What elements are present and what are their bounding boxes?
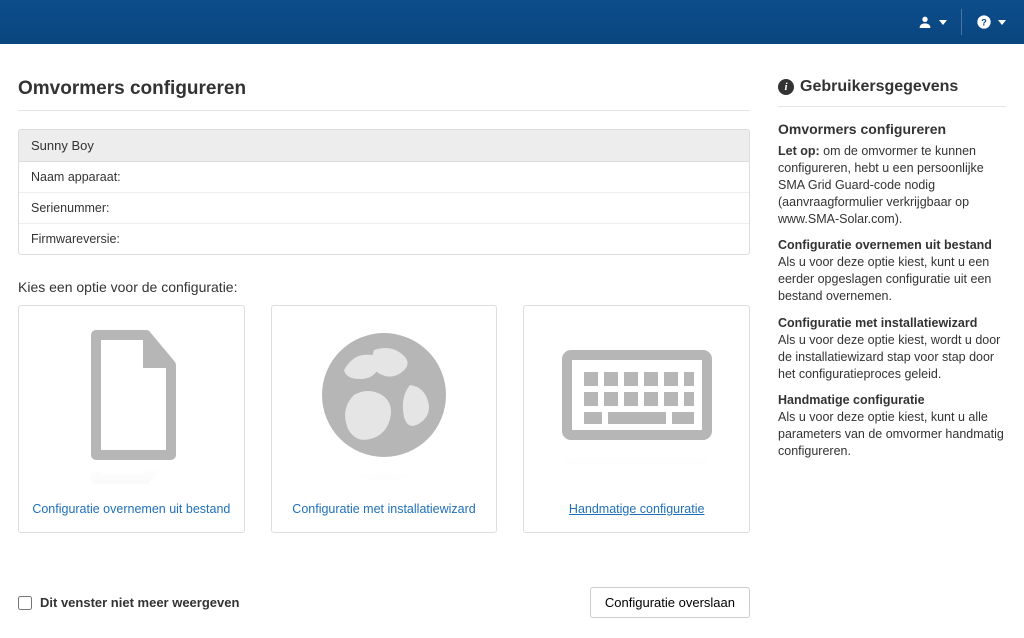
globe-icon bbox=[314, 325, 454, 465]
top-bar: ? bbox=[0, 0, 1024, 44]
sidebar-intro: Let op: om de omvormer te kunnen configu… bbox=[778, 143, 1006, 227]
sidebar-opt2-title: Configuratie met installatiewizard bbox=[778, 316, 977, 330]
sidebar-opt1-text: Als u voor deze optie kiest, kunt u een … bbox=[778, 255, 991, 303]
help-menu[interactable]: ? bbox=[976, 14, 1006, 30]
help-icon: ? bbox=[976, 14, 992, 30]
option-manual[interactable]: Handmatige configuratie bbox=[523, 305, 750, 533]
sidebar-heading: i Gebruikersgegevens bbox=[778, 78, 1006, 96]
device-name-row: Naam apparaat: bbox=[19, 162, 749, 193]
sidebar-opt3-title: Handmatige configuratie bbox=[778, 393, 925, 407]
option-manual-label: Handmatige configuratie bbox=[569, 502, 705, 516]
user-menu[interactable] bbox=[917, 14, 947, 30]
sidebar-opt3-text: Als u voor deze optie kiest, kunt u alle… bbox=[778, 410, 1004, 458]
sidebar-divider bbox=[778, 106, 1006, 107]
sidebar-opt1-title: Configuratie overnemen uit bestand bbox=[778, 238, 992, 252]
dont-show-again-checkbox[interactable] bbox=[18, 596, 32, 610]
sidebar-heading-text: Gebruikersgegevens bbox=[800, 78, 958, 96]
option-wizard-label: Configuratie met installatiewizard bbox=[292, 502, 475, 516]
sidebar: i Gebruikersgegevens Omvormers configure… bbox=[778, 78, 1006, 618]
device-info-panel: Sunny Boy Naam apparaat: Serienummer: Fi… bbox=[18, 129, 750, 255]
title-divider bbox=[18, 110, 750, 111]
config-prompt: Kies een optie voor de configuratie: bbox=[18, 279, 750, 295]
sidebar-opt3: Handmatige configuratie Als u voor deze … bbox=[778, 392, 1006, 460]
sidebar-opt1: Configuratie overnemen uit bestand Als u… bbox=[778, 237, 1006, 305]
sidebar-opt2-text: Als u voor deze optie kiest, wordt u doo… bbox=[778, 333, 1000, 381]
option-wizard[interactable]: Configuratie met installatiewizard bbox=[271, 305, 498, 533]
chevron-down-icon bbox=[998, 20, 1006, 25]
sidebar-opt2: Configuratie met installatiewizard Als u… bbox=[778, 315, 1006, 383]
svg-text:?: ? bbox=[981, 17, 987, 27]
dont-show-again-row[interactable]: Dit venster niet meer weergeven bbox=[18, 595, 239, 610]
info-icon: i bbox=[778, 79, 794, 95]
user-icon bbox=[917, 14, 933, 30]
topbar-divider bbox=[961, 9, 962, 35]
option-from-file[interactable]: Configuratie overnemen uit bestand bbox=[18, 305, 245, 533]
option-from-file-label: Configuratie overnemen uit bestand bbox=[32, 502, 230, 516]
skip-config-button[interactable]: Configuratie overslaan bbox=[590, 587, 750, 618]
config-options: Configuratie overnemen uit bestand bbox=[18, 305, 750, 533]
bottom-bar: Dit venster niet meer weergeven Configur… bbox=[18, 587, 750, 618]
keyboard-icon bbox=[562, 340, 712, 450]
sidebar-section-title: Omvormers configureren bbox=[778, 121, 1006, 137]
dont-show-again-label: Dit venster niet meer weergeven bbox=[40, 595, 239, 610]
page-title: Omvormers configureren bbox=[18, 78, 750, 100]
device-firmware-row: Firmwareversie: bbox=[19, 224, 749, 254]
sidebar-intro-bold: Let op: bbox=[778, 144, 820, 158]
device-serial-row: Serienummer: bbox=[19, 193, 749, 224]
chevron-down-icon bbox=[939, 20, 947, 25]
file-icon bbox=[81, 330, 181, 460]
device-name-header: Sunny Boy bbox=[19, 130, 749, 162]
